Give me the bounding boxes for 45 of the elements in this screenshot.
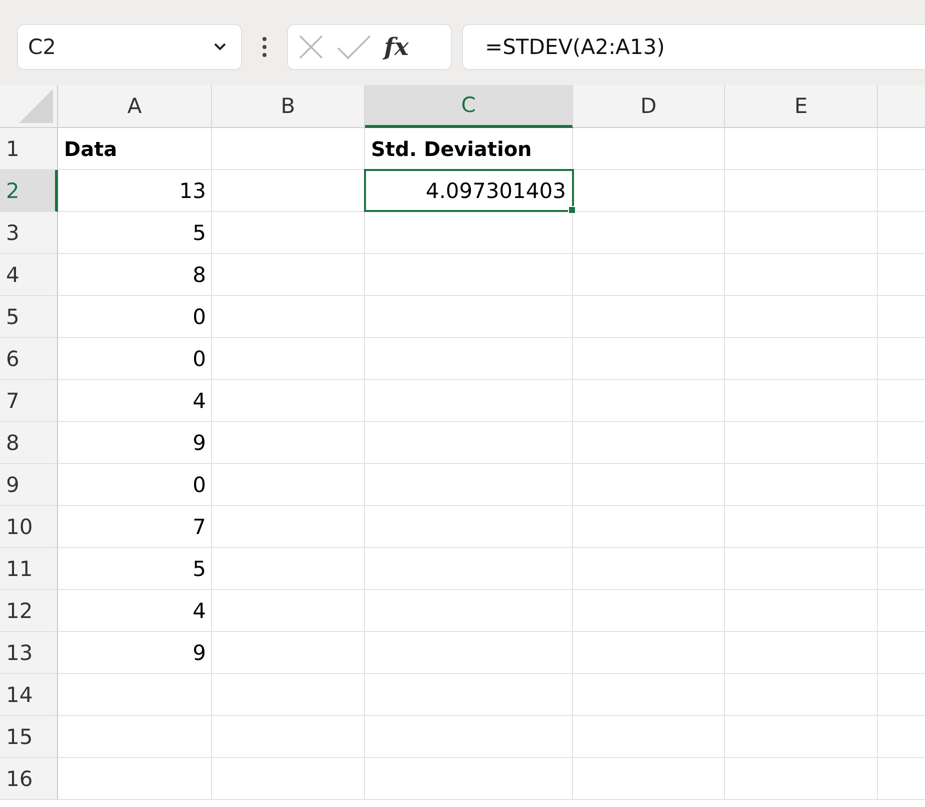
row-header[interactable]: 12 bbox=[0, 590, 58, 632]
table-cell-text: Data bbox=[63, 136, 118, 162]
dropdown-icon[interactable] bbox=[213, 42, 227, 51]
row-header[interactable]: 5 bbox=[0, 296, 58, 338]
row-header[interactable]: 9 bbox=[0, 464, 58, 506]
row-header[interactable]: 15 bbox=[0, 716, 58, 758]
row-header[interactable]: 3 bbox=[0, 212, 58, 254]
row-header[interactable]: 2 bbox=[0, 170, 58, 212]
table-cell-text: 9 bbox=[192, 430, 207, 456]
row-header[interactable]: 16 bbox=[0, 758, 58, 800]
column-header[interactable]: A bbox=[58, 85, 212, 128]
table-cell-text: 4 bbox=[192, 598, 207, 624]
formula-bar[interactable]: =STDEV(A2:A13) bbox=[462, 24, 925, 70]
table-cell: 4.097301403 bbox=[364, 169, 574, 212]
table-cell-text: 0 bbox=[192, 304, 207, 330]
column-header[interactable]: B bbox=[212, 85, 365, 128]
row-header[interactable]: 13 bbox=[0, 632, 58, 674]
column-header[interactable]: C bbox=[365, 85, 573, 128]
column-header[interactable]: E bbox=[725, 85, 878, 128]
table-cell-text: 0 bbox=[192, 472, 207, 498]
table-cell-text: 5 bbox=[192, 556, 207, 582]
row-header[interactable]: 14 bbox=[0, 674, 58, 716]
row-header[interactable]: 7 bbox=[0, 380, 58, 422]
table-cell-text: 0 bbox=[192, 346, 207, 372]
row-header[interactable]: 6 bbox=[0, 338, 58, 380]
row-header[interactable]: 10 bbox=[0, 506, 58, 548]
check-icon[interactable] bbox=[336, 34, 372, 60]
cancel-icon[interactable] bbox=[298, 34, 324, 60]
row-header[interactable]: 1 bbox=[0, 128, 58, 170]
insert-function-button[interactable]: fx bbox=[384, 32, 409, 61]
table-cell-text: 7 bbox=[192, 514, 207, 540]
row-header[interactable]: 8 bbox=[0, 422, 58, 464]
table-cell-text: 9 bbox=[192, 640, 207, 666]
table-cell-text: 13 bbox=[178, 178, 207, 204]
name-box[interactable]: C2 bbox=[17, 24, 242, 70]
formula-text: =STDEV(A2:A13) bbox=[485, 34, 665, 58]
table-cell-text: Std. Deviation bbox=[370, 136, 533, 162]
row-header[interactable]: 11 bbox=[0, 548, 58, 590]
table-cell-text: 5 bbox=[192, 220, 207, 246]
cell-reference: C2 bbox=[28, 34, 56, 58]
more-icon[interactable] bbox=[262, 36, 267, 58]
column-header[interactable]: D bbox=[573, 85, 725, 128]
table-cell-text: 8 bbox=[192, 262, 207, 288]
table-cell-text: 4 bbox=[192, 388, 207, 414]
row-header[interactable]: 4 bbox=[0, 254, 58, 296]
